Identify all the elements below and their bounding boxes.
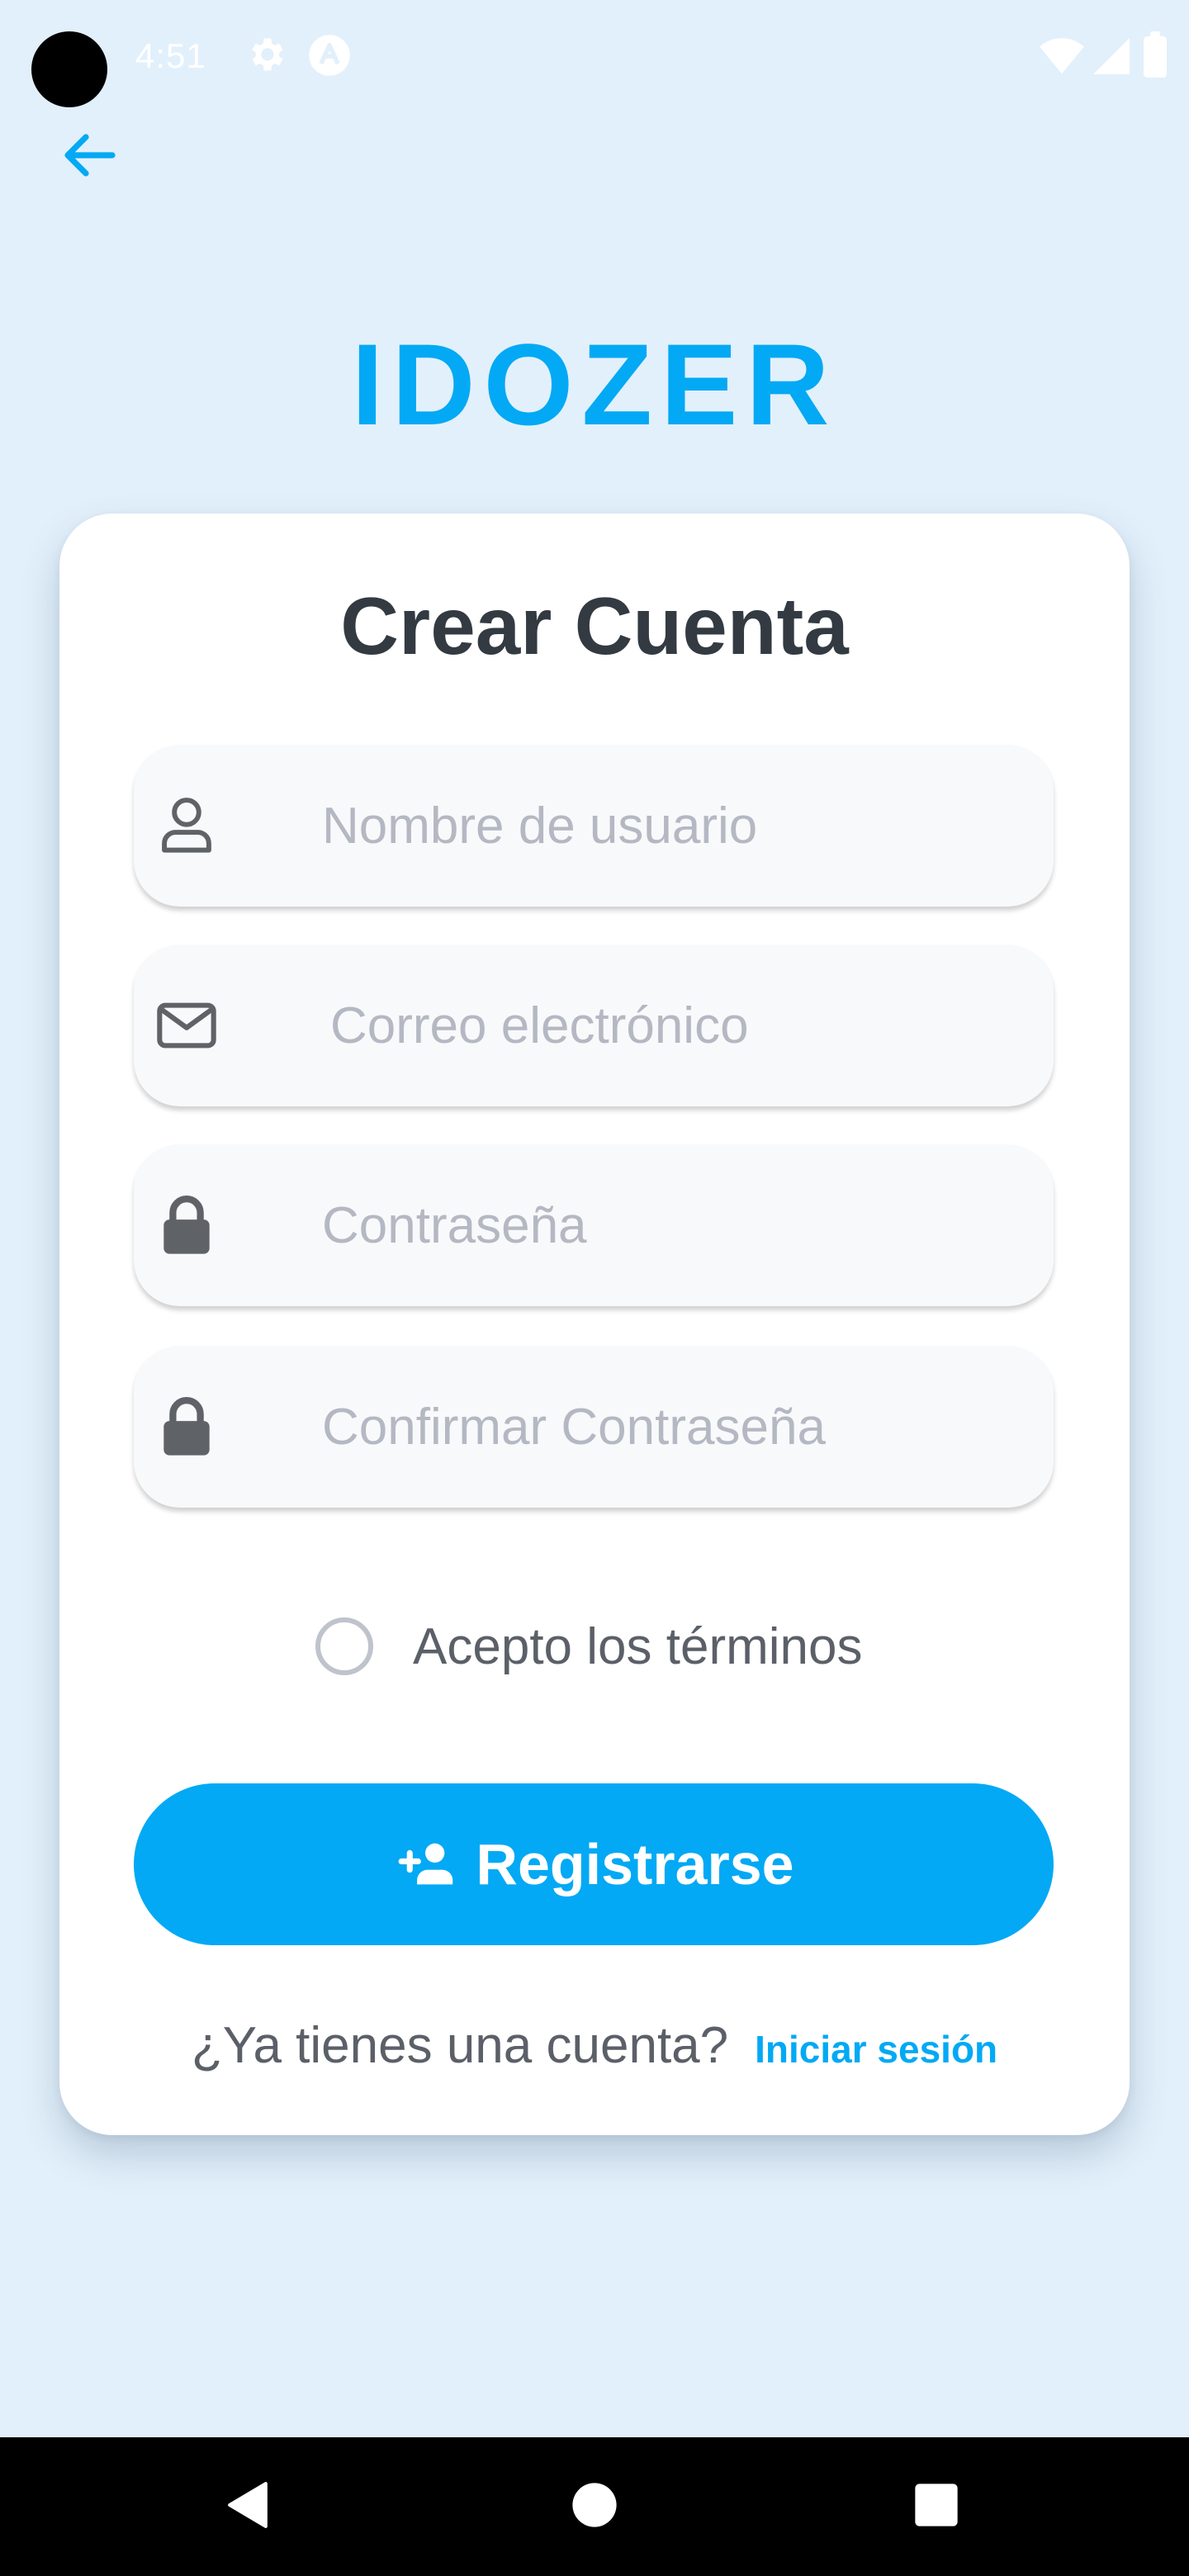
wifi-icon: [1039, 33, 1085, 80]
register-button[interactable]: Registrarse: [134, 1783, 1054, 1945]
register-screen: 4:51 IDOZER Crear Cuenta Nombre de usuar…: [0, 0, 1189, 2576]
login-question: ¿Ya tienes una cuenta?: [191, 2017, 729, 2074]
terms-label: Acepto los términos: [413, 1617, 863, 1675]
user-icon: [157, 796, 216, 855]
back-triangle-icon: [225, 2480, 271, 2534]
signal-icon: [1090, 35, 1131, 80]
email-input[interactable]: [330, 945, 1040, 1106]
a-badge-icon: [307, 33, 352, 82]
lock-icon: [157, 1397, 216, 1456]
login-link[interactable]: Iniciar sesión: [755, 2027, 997, 2072]
nav-back-button[interactable]: [182, 2437, 314, 2576]
status-time: 4:51: [135, 36, 206, 75]
envelope-icon: [157, 996, 216, 1055]
status-bar: 4:51: [0, 0, 1189, 116]
email-field: [134, 945, 1054, 1106]
recents-square-icon: [914, 2483, 959, 2531]
app-logo: IDOZER: [351, 320, 838, 449]
arrow-left-icon: [63, 132, 116, 182]
login-prompt: ¿Ya tienes una cuenta? Iniciar sesión: [59, 2016, 1130, 2075]
home-circle-icon: [571, 2482, 618, 2532]
username-input[interactable]: [322, 745, 1032, 907]
navigation-bar: [0, 2437, 1189, 2576]
terms-checkbox-row[interactable]: Acepto los términos: [315, 1605, 862, 1688]
lock-icon: [157, 1196, 216, 1255]
battery-icon: [1143, 31, 1168, 82]
password-field: [134, 1144, 1054, 1306]
register-label: Registrarse: [476, 1832, 794, 1896]
nav-home-button[interactable]: [528, 2437, 661, 2576]
terms-radio[interactable]: [315, 1617, 373, 1675]
settings-icon: [244, 33, 287, 80]
back-button[interactable]: [50, 124, 129, 190]
nav-recents-button[interactable]: [870, 2437, 1002, 2576]
username-field: [134, 745, 1054, 907]
camera-cutout: [31, 31, 107, 107]
person-add-icon: [393, 1840, 456, 1889]
confirm-password-input[interactable]: [322, 1346, 1032, 1508]
form-title: Crear Cuenta: [340, 580, 849, 671]
confirm-password-field: [134, 1346, 1054, 1508]
register-card: Crear Cuenta Nombre de usuario Correo el…: [59, 514, 1130, 2135]
password-input[interactable]: [322, 1144, 1032, 1306]
